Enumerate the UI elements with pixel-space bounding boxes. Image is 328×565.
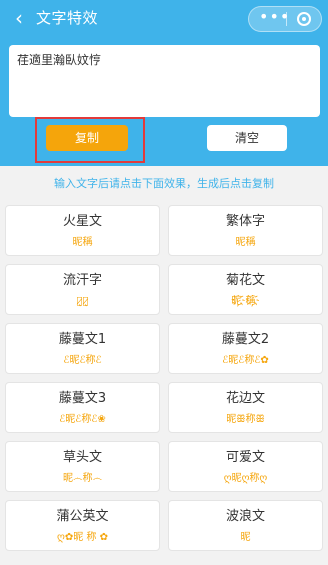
effect-name: 菊花文 — [225, 273, 265, 288]
effect-name: 流汗字 — [62, 273, 102, 288]
effect-preview: 昵෴称෴ — [63, 473, 102, 484]
effect-name: 蒲公英文 — [56, 509, 109, 524]
effect-card[interactable]: 波浪文 昵 — [168, 500, 323, 551]
effect-name: 花边文 — [225, 391, 265, 406]
effect-name: 可爱文 — [225, 450, 265, 465]
effect-name: 藤蔓文3 — [58, 391, 107, 406]
text-input[interactable]: 荏適里瀚臥妏悙 — [9, 45, 320, 117]
effect-name: 繁体字 — [225, 214, 265, 229]
effect-preview: 昵̷̨稱̷̨ — [76, 296, 89, 307]
effect-card[interactable]: 花边文 昵ꕥ称ꕥ — [168, 382, 323, 433]
page-title: 文字特效 — [36, 9, 99, 27]
effect-preview: 昵ꕥ称ꕥ — [226, 414, 265, 425]
navigation-bar: ‹ 文字特效 ••• — [0, 0, 328, 38]
back-arrow-icon[interactable]: ‹ — [8, 7, 30, 29]
effect-card[interactable]: 流汗字 昵̷̨稱̷̨ — [5, 264, 160, 315]
effect-name: 藤蔓文2 — [221, 332, 270, 347]
effect-preview: ღ✿昵 称 ✿ — [57, 532, 108, 543]
close-circle-icon[interactable] — [297, 12, 311, 26]
effect-preview: ღ昵ღ称ღ — [223, 473, 268, 484]
effect-card[interactable]: 藤蔓文2 ℰ昵ℰ称ℰ✿ — [168, 323, 323, 374]
effect-card[interactable]: 藤蔓文3 ℰ昵ℰ称ℰ❀ — [5, 382, 160, 433]
effect-card[interactable]: 草头文 昵෴称෴ — [5, 441, 160, 492]
effect-card[interactable]: 繁体字 昵稱 — [168, 205, 323, 256]
mini-program-capsule: ••• — [248, 6, 322, 32]
effect-card[interactable]: 蒲公英文 ღ✿昵 称 ✿ — [5, 500, 160, 551]
effect-name: 火星文 — [62, 214, 102, 229]
effect-preview: 昵҉稱҉ — [231, 296, 260, 307]
effect-card[interactable]: 菊花文 昵҉稱҉ — [168, 264, 323, 315]
effect-name: 波浪文 — [225, 509, 265, 524]
more-dots-icon[interactable]: ••• — [259, 7, 289, 31]
effect-preview: ℰ昵ℰ称ℰ — [63, 355, 102, 366]
clear-button[interactable]: 清空 — [207, 125, 287, 151]
effect-preview: 昵 — [240, 532, 251, 543]
effect-preview: ℰ昵ℰ称ℰ✿ — [222, 355, 269, 366]
effect-preview: 昵稱 — [72, 237, 93, 248]
effect-card[interactable]: 藤蔓文1 ℰ昵ℰ称ℰ — [5, 323, 160, 374]
effect-preview: 昵稱 — [235, 237, 256, 248]
effect-preview: ℰ昵ℰ称ℰ❀ — [59, 414, 106, 425]
effect-name: 藤蔓文1 — [58, 332, 107, 347]
effect-card[interactable]: 火星文 昵稱 — [5, 205, 160, 256]
instruction-hint: 输入文字后请点击下面效果，生成后点击复制 — [54, 177, 274, 190]
effect-name: 草头文 — [62, 450, 102, 465]
effect-card[interactable]: 可爱文 ღ昵ღ称ღ — [168, 441, 323, 492]
copy-button[interactable]: 复制 — [46, 125, 128, 151]
capsule-divider — [286, 12, 287, 26]
